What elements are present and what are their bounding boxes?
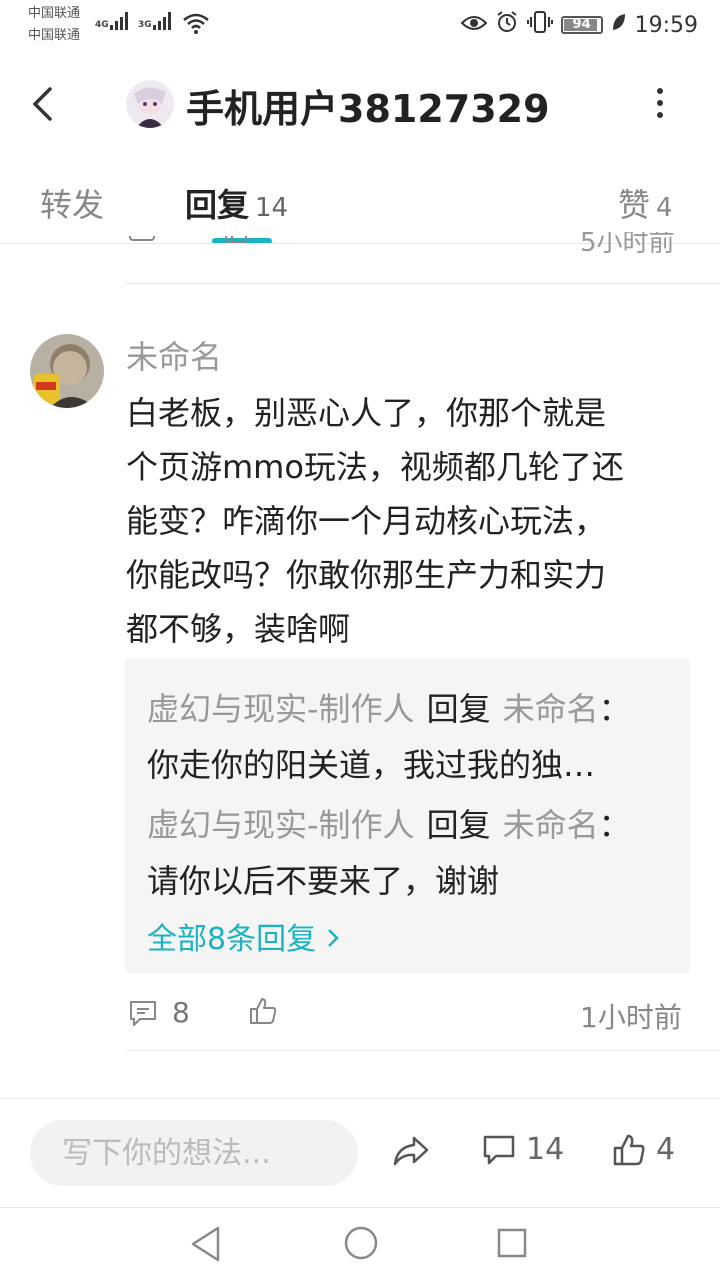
tab-replies[interactable]: 回复 14	[185, 180, 288, 226]
bottom-bar-divider	[0, 1098, 720, 1099]
thumb-up-icon	[250, 998, 277, 1024]
reply-2-text: 请你以后不要来了，谢谢	[147, 862, 500, 900]
all-replies-link[interactable]: 全部8条回复	[147, 914, 340, 958]
leaf-icon	[611, 12, 627, 38]
comment-avatar[interactable]	[30, 334, 104, 408]
avatar[interactable]	[126, 80, 174, 128]
share-icon	[393, 1136, 429, 1166]
thumb-up-icon	[613, 1134, 645, 1165]
comment-text: 白老板，别恶心人了，你那个就是 个页游mmo玩法，视频都几轮了还 能变？咋滴你一…	[126, 394, 624, 648]
comment-icon[interactable]	[128, 236, 156, 258]
nav-home-button[interactable]	[344, 1226, 378, 1264]
signal-1-icon: 4G	[95, 12, 128, 30]
reply-button[interactable]: 14	[482, 1132, 564, 1167]
reply-author[interactable]: 虚幻与现实-制作人	[147, 806, 415, 844]
back-button[interactable]	[30, 86, 56, 126]
nav-recent-button[interactable]	[497, 1228, 527, 1262]
carrier-1: 中国联通	[28, 6, 81, 21]
reply-thread[interactable]: 虚幻与现实-制作人 回复 未命名： 你走你的阳关道，我过我的独… 虚幻与现实-制作人…	[125, 658, 690, 973]
clock-time: 19:59	[634, 12, 698, 38]
page-title: 手机用户38127329	[186, 87, 550, 131]
triangle-back-icon	[191, 1226, 220, 1262]
comment-username[interactable]: 未命名	[126, 332, 222, 378]
tab-forward-label: 转发	[40, 186, 105, 224]
reply-author[interactable]: 虚幻与现实-制作人	[147, 690, 415, 728]
reply-1-header: 虚幻与现实-制作人 回复 未命名：	[147, 690, 631, 728]
reply-2-header: 虚幻与现实-制作人 回复 未命名：	[147, 806, 631, 844]
square-recent-icon	[497, 1228, 527, 1258]
tab-replies-count: 14	[255, 193, 289, 223]
reply-target[interactable]: 未命名	[503, 806, 599, 844]
alarm-icon	[495, 10, 519, 40]
chevron-right-icon	[327, 929, 339, 947]
circle-home-icon	[344, 1226, 378, 1260]
share-button[interactable]	[392, 1134, 430, 1172]
reply-count: 14	[526, 1132, 565, 1167]
comment-input[interactable]	[30, 1120, 358, 1186]
vibrate-icon	[526, 10, 553, 40]
status-right: 94 19:59	[460, 10, 698, 40]
thumb-up-icon[interactable]	[222, 236, 250, 258]
comment-icon	[130, 1000, 156, 1026]
divider	[126, 1050, 720, 1051]
tab-forward[interactable]: 转发	[40, 180, 104, 226]
tab-replies-label: 回复	[185, 186, 250, 224]
status-bar: 中国联通 中国联通 4G 3G 94 19:59	[0, 0, 720, 48]
comment-reply-button[interactable]: 8	[128, 996, 190, 1029]
more-vertical-icon	[656, 88, 664, 118]
battery-icon: 94	[560, 16, 603, 34]
tab-likes-count: 4	[656, 193, 673, 223]
reply-1-text: 你走你的阳关道，我过我的独…	[147, 746, 596, 784]
more-button[interactable]	[656, 88, 664, 124]
eye-icon	[460, 13, 488, 38]
previous-item-time: 5小时前	[580, 232, 675, 258]
comment-reply-count: 8	[172, 996, 190, 1029]
tab-likes[interactable]: 赞4	[618, 180, 673, 226]
wifi-icon	[182, 12, 210, 38]
comment-icon	[483, 1135, 515, 1164]
carrier-2: 中国联通	[28, 28, 81, 43]
like-count: 4	[656, 1132, 676, 1167]
tab-likes-label: 赞	[618, 186, 651, 224]
signal-2-icon: 3G	[138, 12, 171, 30]
chevron-left-icon	[32, 87, 52, 121]
reply-target[interactable]: 未命名	[503, 690, 599, 728]
divider	[126, 283, 720, 284]
like-button[interactable]: 4	[612, 1132, 675, 1167]
nav-back-button[interactable]	[188, 1224, 224, 1268]
comment-time: 1小时前	[580, 1001, 682, 1034]
comment-like-button[interactable]	[248, 996, 278, 1030]
